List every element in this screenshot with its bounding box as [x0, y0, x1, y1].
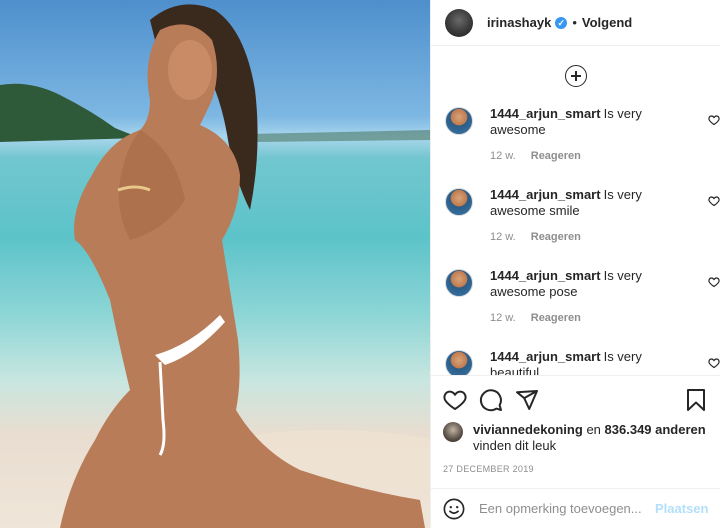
action-icon-row — [443, 384, 708, 416]
comment-text: 1444_arjun_smart Is very beautiful — [490, 349, 688, 375]
comment-body: 1444_arjun_smart Is very beautiful — [490, 349, 706, 375]
bookmark-icon[interactable] — [684, 388, 708, 412]
comment-time[interactable]: 12 w. — [490, 150, 516, 162]
commenter-username[interactable]: 1444_arjun_smart — [490, 187, 601, 202]
comment-item: 1444_arjun_smart Is very awesome 12 w. Re… — [431, 106, 720, 187]
post-date[interactable]: 27 DECEMBER 2019 — [443, 464, 708, 474]
post-comment-button[interactable]: Plaatsen — [655, 501, 708, 516]
post-actions: viviannedekoning en 836.349 anderen vind… — [431, 375, 720, 474]
comment-composer: Plaatsen — [431, 488, 720, 528]
comment-like-heart-icon[interactable] — [708, 114, 720, 126]
likes-summary: viviannedekoning en 836.349 anderen vind… — [443, 422, 708, 454]
likes-text: viviannedekoning en 836.349 anderen vind… — [473, 422, 706, 454]
comment-body: 1444_arjun_smart Is very awesome 12 w. Re… — [490, 106, 706, 187]
comment-text: 1444_arjun_smart Is very awesome pose — [490, 268, 688, 300]
comment-item: 1444_arjun_smart Is very awesome pose 12 … — [431, 268, 720, 349]
comment-meta: 12 w. Reageren — [490, 312, 688, 324]
post-modal: irinashayk ✓ • Volgend 1444_arjun_smart I… — [0, 0, 720, 528]
comment-time[interactable]: 12 w. — [490, 231, 516, 243]
liker-avatar[interactable] — [443, 422, 463, 442]
author-avatar[interactable] — [445, 8, 473, 37]
plus-circle-icon[interactable] — [564, 65, 587, 87]
comment-bubble-icon[interactable] — [479, 388, 503, 412]
comments-list[interactable]: 1444_arjun_smart Is very awesome 12 w. Re… — [431, 46, 720, 375]
island-hill — [0, 83, 140, 142]
commenter-username[interactable]: 1444_arjun_smart — [490, 268, 601, 283]
comment-like-heart-icon[interactable] — [708, 357, 720, 369]
commenter-avatar[interactable] — [445, 188, 473, 216]
paper-plane-icon[interactable] — [515, 388, 539, 412]
commenter-avatar[interactable] — [445, 107, 473, 135]
commenter-avatar[interactable] — [445, 350, 473, 375]
comment-text: 1444_arjun_smart Is very awesome — [490, 106, 688, 138]
comment-meta: 12 w. Reageren — [490, 150, 688, 162]
reply-button[interactable]: Reageren — [531, 312, 581, 324]
following-button[interactable]: Volgend — [582, 15, 632, 30]
likes-connector: en — [586, 422, 601, 437]
comment-text: 1444_arjun_smart Is very awesome smile — [490, 187, 688, 219]
comment-input[interactable] — [479, 501, 655, 516]
likes-count[interactable]: 836.349 anderen — [605, 422, 706, 437]
heart-icon[interactable] — [443, 388, 467, 412]
comment-meta: 12 w. Reageren — [490, 231, 688, 243]
author-username[interactable]: irinashayk — [487, 15, 551, 30]
photo-illustration — [0, 4, 430, 528]
verified-badge-icon: ✓ — [555, 16, 568, 29]
reply-button[interactable]: Reageren — [531, 231, 581, 243]
comment-like-heart-icon[interactable] — [708, 276, 720, 288]
liker-username[interactable]: viviannedekoning — [473, 422, 583, 437]
distant-island — [250, 130, 430, 142]
comment-like-heart-icon[interactable] — [708, 195, 720, 207]
post-sidebar: irinashayk ✓ • Volgend 1444_arjun_smart I… — [430, 0, 720, 528]
post-photo[interactable] — [0, 0, 430, 528]
comment-body: 1444_arjun_smart Is very awesome smile 12… — [490, 187, 706, 268]
comment-body: 1444_arjun_smart Is very awesome pose 12 … — [490, 268, 706, 349]
reply-button[interactable]: Reageren — [531, 150, 581, 162]
comment-item: 1444_arjun_smart Is very awesome smile 12… — [431, 187, 720, 268]
comment-time[interactable]: 12 w. — [490, 312, 516, 324]
commenter-username[interactable]: 1444_arjun_smart — [490, 349, 601, 364]
load-more-comments[interactable] — [431, 46, 720, 106]
smiley-icon[interactable] — [443, 498, 465, 520]
post-header: irinashayk ✓ • Volgend — [431, 0, 720, 46]
likes-suffix: vinden dit leuk — [473, 438, 557, 453]
commenter-username[interactable]: 1444_arjun_smart — [490, 106, 601, 121]
header-separator: • — [572, 15, 577, 30]
commenter-avatar[interactable] — [445, 269, 473, 297]
face — [168, 40, 212, 100]
comment-item: 1444_arjun_smart Is very beautiful — [431, 349, 720, 375]
